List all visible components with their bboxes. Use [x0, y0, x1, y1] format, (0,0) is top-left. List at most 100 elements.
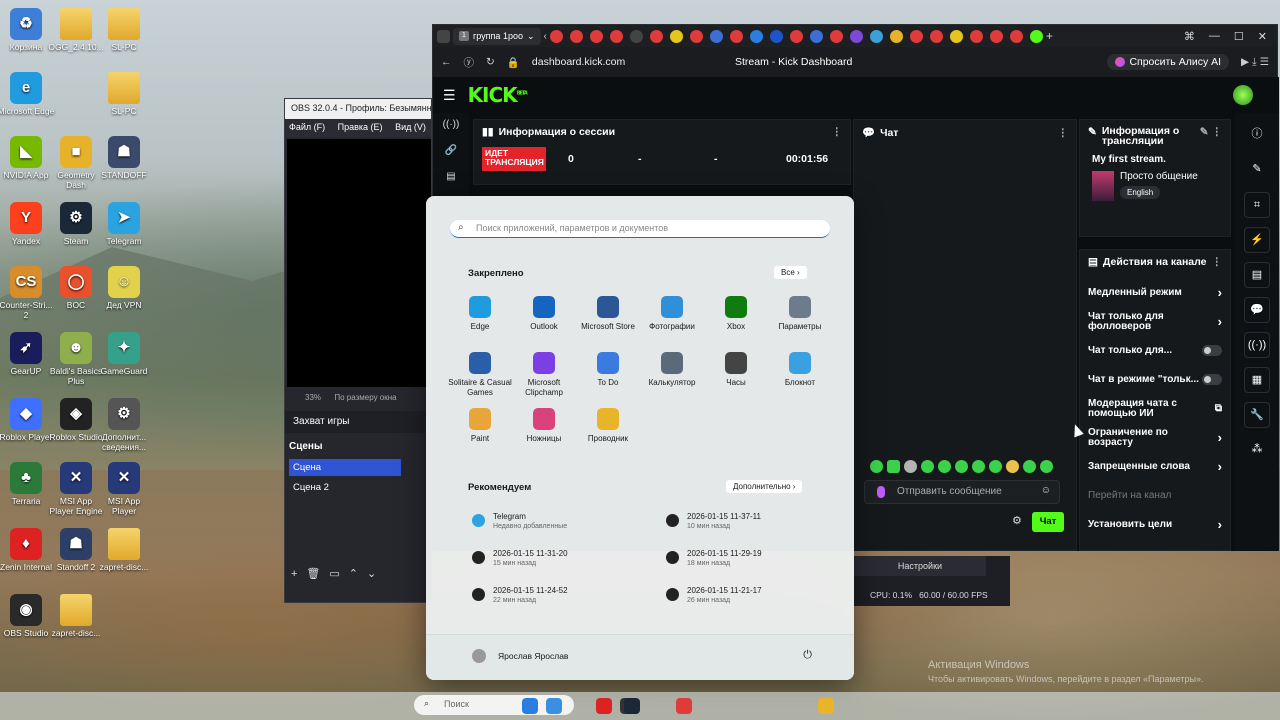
desktop-icon[interactable]: SL-PC	[95, 72, 153, 116]
tab-favicon-icon[interactable]	[669, 29, 683, 43]
taskbar-app-icon[interactable]	[818, 698, 834, 714]
channel-action-item[interactable]: Медленный режим ›	[1080, 278, 1230, 307]
tab-favicon-icon[interactable]	[989, 29, 1003, 43]
taskbar-app-icon[interactable]	[676, 698, 692, 714]
recommended-item[interactable]: 2026-01-15 11-21-17 26 мин назад	[666, 586, 762, 606]
tab-favicon-icon[interactable]	[829, 29, 843, 43]
back-icon[interactable]: ←	[441, 56, 452, 68]
address-bar[interactable]: ← ⓨ ↻ 🔒 dashboard.kick.com Stream - Kick…	[433, 47, 1277, 77]
pinned-app[interactable]: Microsoft Clipchamp	[512, 352, 576, 398]
pinned-app[interactable]: Часы	[704, 352, 768, 388]
desktop-icon[interactable]: ☗ STANDOFF	[95, 136, 153, 180]
chat-send-button[interactable]: Чат	[1032, 512, 1064, 532]
tab-favicon-icon[interactable]	[769, 29, 783, 43]
rb-capture-icon[interactable]: ⌗	[1244, 192, 1270, 218]
rb-bolt-icon[interactable]: ⚡	[1244, 227, 1270, 253]
more-button[interactable]: Дополнительно ›	[726, 480, 803, 493]
rb-wrench-icon[interactable]: 🔧	[1244, 402, 1270, 428]
avatar[interactable]	[1233, 85, 1253, 105]
emote-bar[interactable]	[870, 460, 1057, 476]
tab-favicon-icon[interactable]	[789, 29, 803, 43]
edit-icon[interactable]: ✎ ⋮	[1200, 126, 1222, 138]
channel-action-item[interactable]: Перейти на канал	[1080, 481, 1230, 510]
user-name[interactable]: Ярослав Ярослав	[498, 651, 568, 661]
chat-input[interactable]: Отправить сообщение ☺	[864, 480, 1060, 504]
all-apps-button[interactable]: Все ›	[774, 266, 807, 279]
channel-action-item[interactable]: Чат только для...	[1080, 336, 1230, 365]
obs-menu-edit[interactable]: Правка (E)	[338, 122, 383, 132]
pinned-app[interactable]: Solitaire & Casual Games	[448, 352, 512, 398]
pinned-app[interactable]: Microsoft Store	[576, 296, 640, 332]
mic-icon[interactable]	[877, 486, 885, 498]
tab-favicon-icon[interactable]	[949, 29, 963, 43]
tab-favicon-icon[interactable]	[569, 29, 583, 43]
desktop-icon[interactable]: e Microsoft Edge	[0, 72, 55, 116]
obs-settings-button[interactable]: Настройки	[854, 556, 986, 576]
channel-action-item[interactable]: Чат в режиме "тольк...	[1080, 365, 1230, 394]
recommended-item[interactable]: 2026-01-15 11-29-19 18 мин назад	[666, 549, 762, 569]
tab-favicon-icon[interactable]	[749, 29, 763, 43]
channel-action-item[interactable]: Установить цели ›	[1080, 510, 1230, 539]
obs-scene-toolbar[interactable]: +🗑▭⌃⌄	[291, 567, 385, 580]
actions-menu-icon[interactable]: ⋮	[1212, 256, 1223, 268]
obs-menu-view[interactable]: Вид (V)	[395, 122, 426, 132]
rb-layout-icon[interactable]: ▦	[1244, 367, 1270, 393]
tab-favicon-icon[interactable]	[909, 29, 923, 43]
desktop-icon[interactable]: zapret-disc...	[47, 594, 105, 638]
recommended-item[interactable]: 2026-01-15 11-31-20 15 мин назад	[472, 549, 568, 569]
tab-favicon-icon[interactable]	[609, 29, 623, 43]
rb-chat-icon[interactable]: 💬	[1244, 297, 1270, 323]
desktop-icon[interactable]: SL-PC	[95, 8, 153, 52]
obs-menu-file[interactable]: Файл (F)	[289, 122, 325, 132]
obs-scene-1[interactable]: Сцена	[289, 459, 401, 476]
channel-action-item[interactable]: Запрещенные слова ›	[1080, 452, 1230, 481]
alice-button[interactable]: Спросить Алису AI	[1107, 54, 1230, 70]
start-search[interactable]: ⌕ Поиск приложений, параметров и документ…	[450, 220, 830, 238]
desktop-icon[interactable]: zapret-disc...	[95, 528, 153, 572]
tab-favicon-icon[interactable]	[689, 29, 703, 43]
tab-favicon-icon[interactable]	[589, 29, 603, 43]
obs-source-capture[interactable]: Захват игры	[285, 411, 433, 433]
new-tab-button[interactable]: +	[1046, 29, 1053, 43]
yandex-icon[interactable]: ⓨ	[464, 55, 475, 70]
tab-favicon-icon[interactable]	[729, 29, 743, 43]
nav-link-icon[interactable]: 🔗	[433, 139, 469, 165]
desktop-icon[interactable]: ✦ GameGuard	[95, 332, 153, 376]
kick-logo[interactable]: KICKBETA	[468, 83, 528, 107]
tab-favicon-icon[interactable]	[1009, 29, 1023, 43]
desktop-icon[interactable]: ➤ Telegram	[95, 202, 153, 246]
channel-action-item[interactable]: Чат только для фолловеров ›	[1080, 307, 1230, 336]
nav-stream-icon[interactable]: ((·))	[433, 113, 469, 139]
back-tabs-icon[interactable]: ‹	[544, 31, 547, 42]
user-avatar[interactable]	[472, 649, 486, 663]
rb-more-icon[interactable]: ⁂	[1244, 437, 1270, 463]
tab-favicon-icon[interactable]	[549, 29, 563, 43]
desktop-icon[interactable]: ☺ Дед VPN	[95, 266, 153, 310]
recommended-item[interactable]: 2026-01-15 11-37-11 10 мин назад	[666, 512, 761, 532]
pinned-app[interactable]: Проводник	[576, 408, 640, 444]
tab-favicon-icon[interactable]	[1029, 29, 1043, 43]
url-field[interactable]: dashboard.kick.com	[532, 56, 625, 68]
tab-favicon-icon[interactable]	[929, 29, 943, 43]
desktop-icon[interactable]: ✕ MSI App Player	[95, 462, 153, 516]
pinned-app[interactable]: Xbox	[704, 296, 768, 332]
taskbar-app-icon[interactable]	[624, 698, 640, 714]
pinned-app[interactable]: Блокнот	[768, 352, 832, 388]
window-controls[interactable]: ⌘ — ☐ ✕	[1184, 30, 1273, 43]
emoji-icon[interactable]: ☺	[1041, 485, 1051, 496]
tab-favicon-icon[interactable]	[649, 29, 663, 43]
taskbar-app-icon[interactable]	[546, 698, 562, 714]
extensions-icon[interactable]: ▶ ⤓ ☰	[1241, 56, 1269, 69]
toggle-switch[interactable]	[1202, 345, 1222, 356]
tab-icons[interactable]	[549, 29, 1043, 43]
reload-icon[interactable]: ↻	[486, 56, 495, 68]
tab-favicon-icon[interactable]	[849, 29, 863, 43]
desktop-icon[interactable]: ⚙ Дополнит... сведения...	[95, 398, 153, 452]
pinned-app[interactable]: To Do	[576, 352, 640, 388]
rb-broadcast-icon[interactable]: ((·))	[1244, 332, 1270, 358]
obs-scene-2[interactable]: Сцена 2	[289, 479, 401, 496]
tab-favicon-icon[interactable]	[869, 29, 883, 43]
tab-group[interactable]: 1 группа 1роо ⌄	[453, 27, 541, 45]
taskbar-app-icon[interactable]	[522, 698, 538, 714]
pinned-app[interactable]: Edge	[448, 296, 512, 332]
